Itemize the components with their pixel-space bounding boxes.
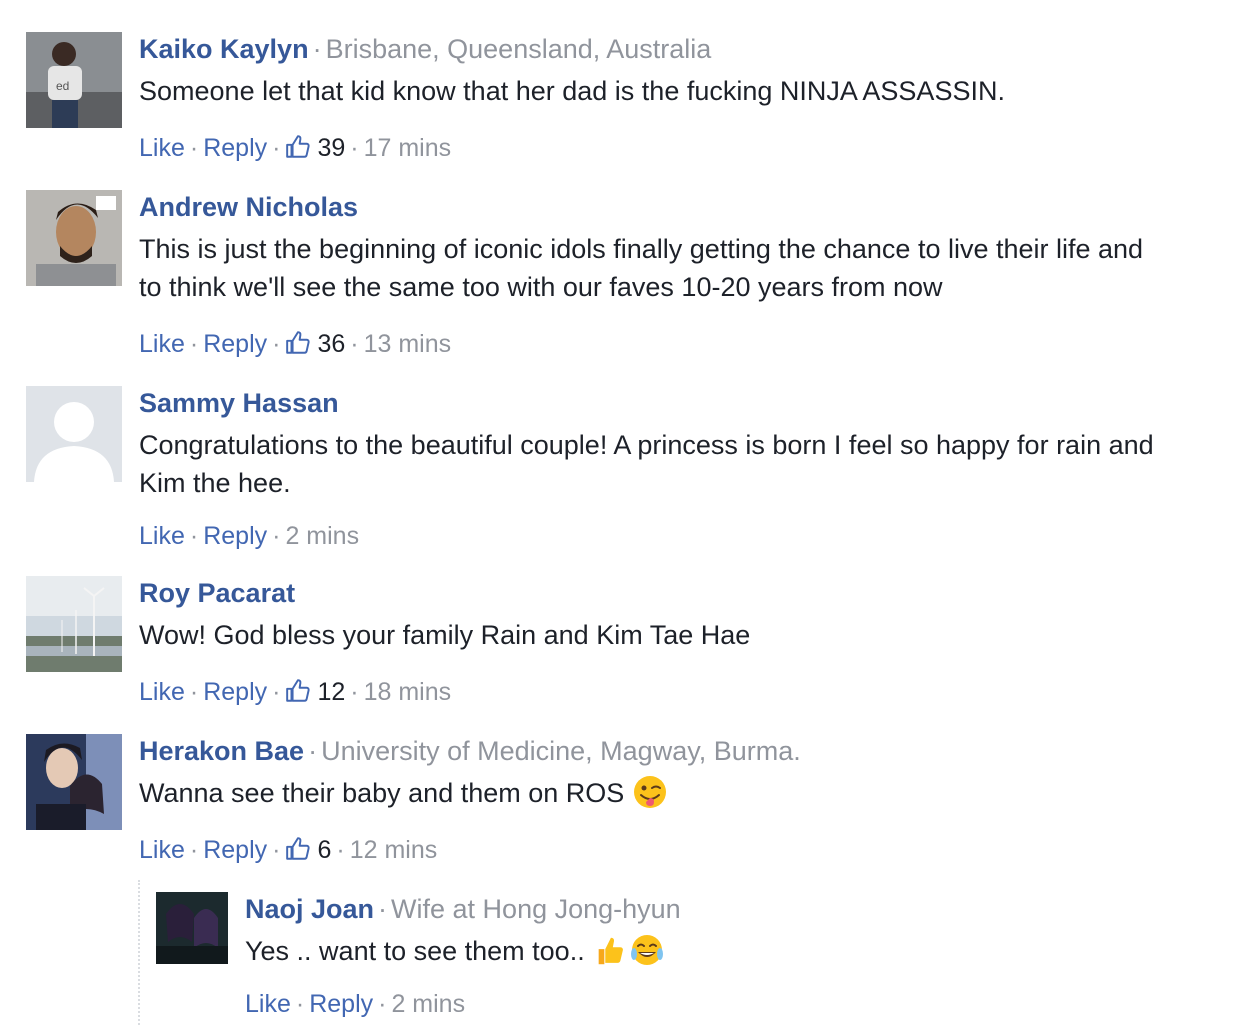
separator: · bbox=[189, 330, 199, 358]
comment-author[interactable]: Roy Pacarat bbox=[139, 578, 295, 608]
separator: · bbox=[189, 836, 199, 864]
timestamp[interactable]: 13 mins bbox=[364, 330, 452, 358]
thumbs-up-icon[interactable] bbox=[285, 836, 311, 870]
like-count: 39 bbox=[317, 134, 346, 162]
reply-affiliation: Wife at Hong Jong-hyun bbox=[391, 894, 681, 924]
thumbs-up-emoji bbox=[593, 934, 627, 978]
separator: · bbox=[378, 894, 388, 924]
separator: · bbox=[272, 836, 281, 864]
timestamp[interactable]: 2 mins bbox=[285, 522, 359, 550]
timestamp[interactable]: 2 mins bbox=[391, 990, 465, 1018]
comment-author[interactable]: Andrew Nicholas bbox=[139, 192, 358, 222]
comment-text: Wow! God bless your family Rain and Kim … bbox=[139, 620, 751, 650]
like-link[interactable]: Like bbox=[139, 134, 185, 162]
separator: · bbox=[350, 134, 359, 162]
comment-affiliation: Brisbane, Queensland, Australia bbox=[325, 34, 712, 64]
svg-text:ed: ed bbox=[56, 79, 69, 93]
reply-link[interactable]: Reply bbox=[203, 522, 267, 550]
separator: · bbox=[350, 330, 359, 358]
separator: · bbox=[189, 678, 199, 706]
like-link[interactable]: Like bbox=[139, 836, 185, 864]
winking-tongue-emoji bbox=[632, 774, 668, 820]
reply-text-content: Yes .. want to see them too.. bbox=[245, 936, 585, 966]
separator: · bbox=[272, 678, 281, 706]
separator: · bbox=[189, 134, 199, 162]
comment-text: Someone let that kid know that her dad i… bbox=[139, 76, 1005, 106]
reply-link[interactable]: Reply bbox=[203, 836, 267, 864]
separator: · bbox=[272, 330, 281, 358]
separator: · bbox=[308, 736, 318, 766]
avatar-photo bbox=[156, 892, 228, 964]
comment-text: Congratulations to the beautiful couple!… bbox=[139, 426, 1216, 502]
like-count: 36 bbox=[317, 330, 346, 358]
comment-author[interactable]: Herakon Bae bbox=[139, 736, 304, 766]
avatar-photo bbox=[26, 190, 122, 286]
avatar[interactable] bbox=[26, 190, 122, 286]
comment-text-line: to think we'll see the same too with our… bbox=[139, 272, 943, 302]
reply-thread-line bbox=[138, 880, 140, 1025]
comment-author[interactable]: Sammy Hassan bbox=[139, 388, 339, 418]
like-link[interactable]: Like bbox=[139, 522, 185, 550]
avatar-photo bbox=[26, 576, 122, 672]
comment-text-content: Wanna see their baby and them on ROS bbox=[139, 778, 625, 808]
avatar-photo bbox=[26, 734, 122, 830]
avatar[interactable] bbox=[26, 576, 122, 672]
reply-link[interactable]: Reply bbox=[203, 330, 267, 358]
avatar-photo: ed bbox=[26, 32, 122, 128]
timestamp[interactable]: 12 mins bbox=[350, 836, 438, 864]
avatar[interactable] bbox=[26, 386, 122, 482]
separator: · bbox=[378, 990, 387, 1018]
separator: · bbox=[295, 990, 305, 1018]
thumbs-up-icon[interactable] bbox=[285, 330, 311, 364]
comment-text-line: This is just the beginning of iconic ido… bbox=[139, 234, 1144, 264]
like-count: 6 bbox=[317, 836, 332, 864]
reply-link[interactable]: Reply bbox=[309, 990, 373, 1018]
comment-author[interactable]: Kaiko Kaylyn bbox=[139, 34, 309, 64]
timestamp[interactable]: 18 mins bbox=[364, 678, 452, 706]
comment-text: Wanna see their baby and them on ROS bbox=[139, 774, 1216, 820]
reply-link[interactable]: Reply bbox=[203, 134, 267, 162]
separator: · bbox=[336, 836, 345, 864]
like-link[interactable]: Like bbox=[139, 330, 185, 358]
avatar[interactable]: ed bbox=[26, 32, 122, 128]
like-link[interactable]: Like bbox=[139, 678, 185, 706]
tears-of-joy-emoji bbox=[629, 932, 665, 978]
default-avatar-icon bbox=[26, 386, 122, 482]
avatar[interactable] bbox=[26, 734, 122, 830]
separator: · bbox=[350, 678, 359, 706]
thumbs-up-icon[interactable] bbox=[285, 134, 311, 168]
avatar[interactable] bbox=[156, 892, 228, 964]
timestamp[interactable]: 17 mins bbox=[364, 134, 452, 162]
comment-text-line: Congratulations to the beautiful couple!… bbox=[139, 430, 1154, 460]
reply-link[interactable]: Reply bbox=[203, 678, 267, 706]
like-link[interactable]: Like bbox=[245, 990, 291, 1018]
comment-text-line: Kim the hee. bbox=[139, 468, 291, 498]
reply-author[interactable]: Naoj Joan bbox=[245, 894, 374, 924]
reply-text: Yes .. want to see them too.. bbox=[245, 932, 1216, 978]
thumbs-up-icon[interactable] bbox=[285, 678, 311, 712]
separator: · bbox=[312, 34, 322, 64]
separator: · bbox=[189, 522, 199, 550]
like-count: 12 bbox=[317, 678, 346, 706]
comment-affiliation: University of Medicine, Magway, Burma. bbox=[321, 736, 801, 766]
comment-text: This is just the beginning of iconic ido… bbox=[139, 230, 1216, 306]
separator: · bbox=[272, 134, 281, 162]
separator: · bbox=[272, 522, 281, 550]
